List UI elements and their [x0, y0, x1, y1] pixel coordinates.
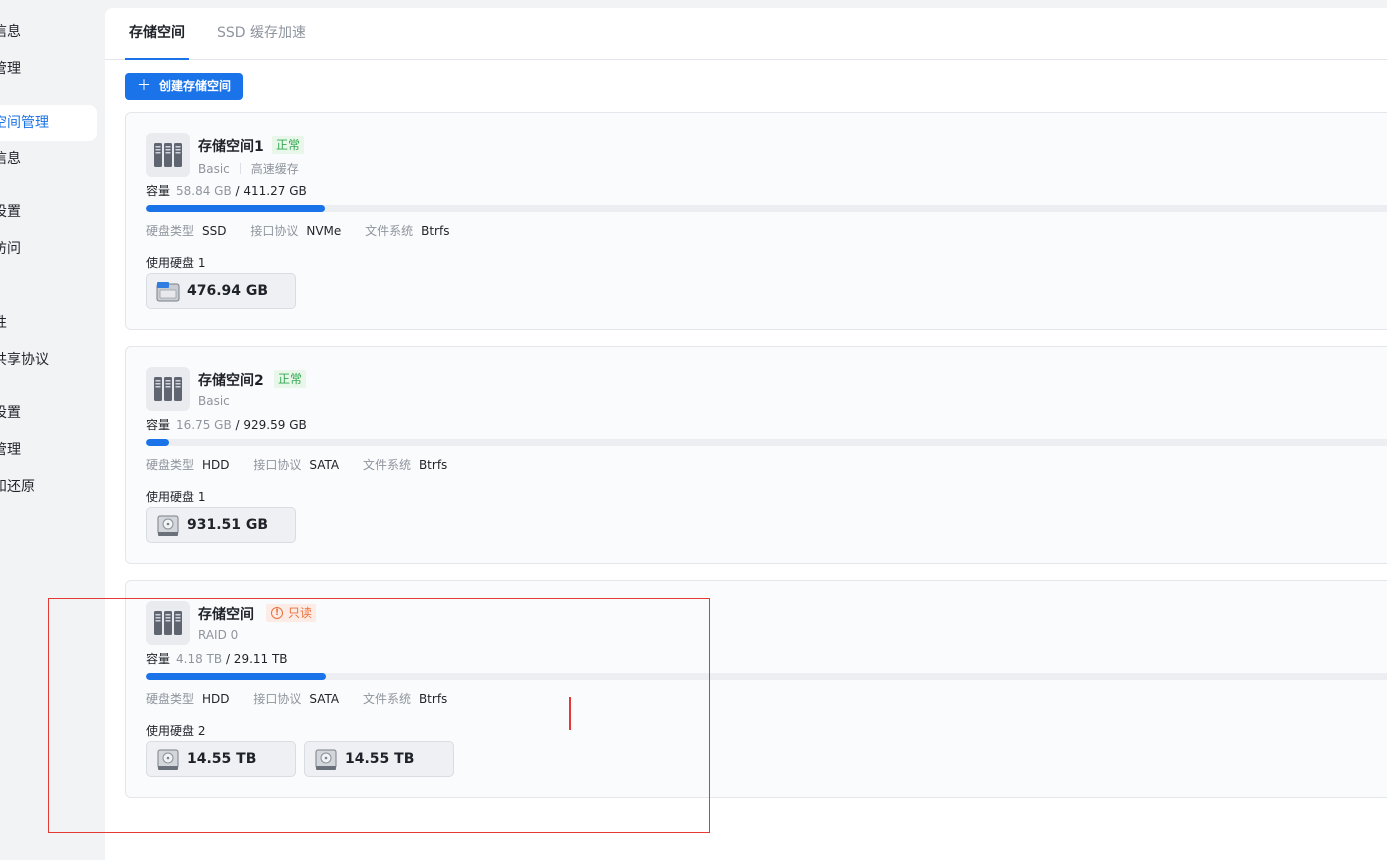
sidebar-item-label: 信息 [0, 151, 21, 167]
sidebar-item-info[interactable]: 信息 [0, 14, 97, 50]
capacity-total: / 411.27 GB [235, 184, 307, 198]
tab-storage-space[interactable]: 存储空间 [125, 8, 189, 60]
disk-count: 1 [197, 490, 206, 504]
capacity-bar [146, 205, 1387, 212]
sidebar-item-label: 设置 [0, 405, 21, 421]
disks-used-text: 使用硬盘 [146, 256, 195, 270]
capacity-label: 容量 [146, 184, 171, 198]
sidebar-item-management[interactable]: 管理 [0, 51, 97, 87]
sidebar-item-label: 信息 [0, 24, 21, 40]
pool-specs: 硬盘类型 HDD 接口协议 SATA 文件系统 Btrfs [146, 456, 467, 473]
sidebar-item-property[interactable]: 性 [0, 305, 97, 341]
filesystem-label: 文件系统 [365, 224, 414, 238]
capacity-line: 容量 58.84 GB / 411.27 GB [146, 182, 307, 199]
capacity-bar-fill [146, 439, 169, 446]
sidebar-item-label: 性 [0, 305, 7, 341]
text-cursor [569, 697, 571, 730]
sidebar-item-label: 访问 [0, 241, 21, 257]
pool-extra: 高速缓存 [250, 162, 299, 176]
status-badge: 正常 [272, 136, 305, 154]
disks-used-label: 使用硬盘 1 [146, 254, 205, 271]
pool-name: 存储空间2 [198, 373, 264, 389]
sidebar-item-management-2[interactable]: 管理 [0, 432, 97, 468]
interface-value: SATA [309, 458, 340, 472]
nvme-ssd-icon [156, 281, 180, 307]
disk-type-value: SSD [202, 224, 227, 238]
storage-server-icon [146, 367, 190, 411]
capacity-used: 16.75 GB [176, 418, 232, 432]
capacity-bar-fill [146, 205, 326, 212]
divider [239, 163, 241, 174]
sidebar-item-label: 共享协议 [0, 352, 49, 368]
sidebar-item-access[interactable]: 访问 [0, 231, 97, 267]
interface-value: NVMe [306, 224, 342, 238]
filesystem-label: 文件系统 [362, 458, 411, 472]
disks-used-label: 使用硬盘 1 [146, 488, 205, 505]
storage-server-icon [146, 133, 190, 177]
sidebar-item-settings[interactable]: 设置 [0, 194, 97, 230]
disk-size: 476.94 GB [187, 283, 269, 299]
capacity-total: / 929.59 GB [235, 418, 307, 432]
disk-chip[interactable]: 476.94 GB [146, 273, 296, 309]
tab-ssd-cache[interactable]: SSD 缓存加速 [217, 8, 306, 60]
hdd-icon [156, 515, 180, 541]
pool-name: 存储空间1 [198, 139, 264, 155]
pool-subtitle: Basic [198, 394, 230, 408]
pool-subtitle: Basic 高速缓存 [198, 160, 299, 177]
sidebar-item-info-2[interactable]: 信息 [0, 141, 97, 177]
create-storage-button[interactable]: ＋ 创建存储空间 [125, 73, 243, 100]
pool-card[interactable]: 存储空间2 正常 Basic 容量 16.75 GB / 929.59 GB 硬盘… [125, 346, 1387, 564]
interface-label: 接口协议 [250, 224, 299, 238]
interface-label: 接口协议 [253, 458, 302, 472]
capacity-label: 容量 [146, 418, 171, 432]
disk-chip[interactable]: 931.51 GB [146, 507, 296, 543]
plus-icon: ＋ [137, 78, 151, 94]
sidebar-item-share-protocol[interactable]: 共享协议 [0, 342, 97, 378]
disk-size: 931.51 GB [187, 517, 269, 533]
filesystem-value: Btrfs [421, 224, 450, 238]
capacity-bar [146, 439, 1387, 446]
capacity-line: 容量 16.75 GB / 929.59 GB [146, 416, 307, 433]
pool-card[interactable]: 存储空间1 正常 Basic 高速缓存 容量 58.84 GB / 411.27 G… [125, 112, 1387, 330]
highlight-box [48, 598, 710, 833]
capacity-used: 58.84 GB [176, 184, 232, 198]
sidebar-item-settings-2[interactable]: 设置 [0, 395, 97, 431]
disk-type-label: 硬盘类型 [146, 458, 195, 472]
disk-type-value: HDD [202, 458, 230, 472]
sidebar-item-label: 管理 [0, 61, 21, 77]
disks-used-text: 使用硬盘 [146, 490, 195, 504]
sidebar-item-storage-management[interactable]: 空间管理 [0, 105, 97, 141]
sidebar-item-label: 和还原 [0, 479, 35, 495]
disk-count: 1 [197, 256, 206, 270]
disk-type-label: 硬盘类型 [146, 224, 195, 238]
sidebar-item-label: 空间管理 [0, 115, 49, 131]
raid-type: Basic [198, 394, 230, 408]
pool-specs: 硬盘类型 SSD 接口协议 NVMe 文件系统 Btrfs [146, 222, 469, 239]
create-storage-label: 创建存储空间 [159, 79, 232, 93]
status-badge: 正常 [274, 370, 307, 388]
tab-bar: 存储空间 SSD 缓存加速 [105, 8, 1387, 60]
filesystem-value: Btrfs [418, 458, 448, 472]
raid-type: Basic [198, 162, 230, 176]
sidebar-item-restore[interactable]: 和还原 [0, 469, 97, 505]
sidebar-item-label: 管理 [0, 442, 21, 458]
sidebar-item-label: 设置 [0, 204, 21, 220]
